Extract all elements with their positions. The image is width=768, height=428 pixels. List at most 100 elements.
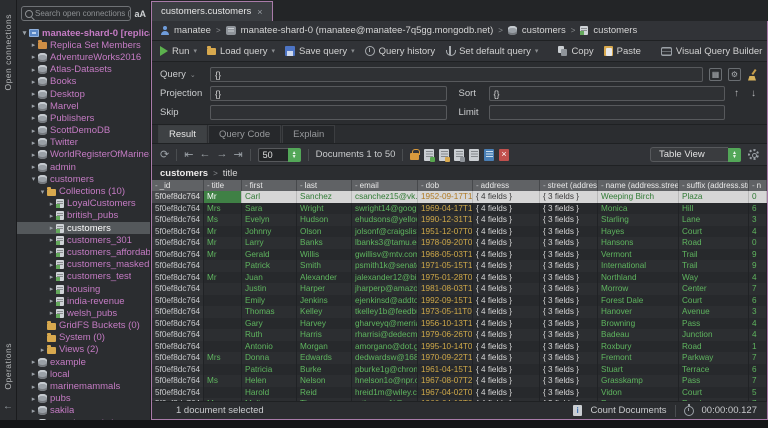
chevron-right-icon[interactable]: ▸ bbox=[29, 139, 38, 147]
chevron-right-icon[interactable]: ▸ bbox=[38, 346, 47, 354]
cell-name-address-street[interactable]: Forest Dale bbox=[598, 294, 679, 306]
tree-item-sakila[interactable]: ▸ sakila bbox=[17, 405, 150, 417]
table-row[interactable]: 5f0ef8dc764 Mr Gerald Willis gwillisv@mtv.co… bbox=[152, 248, 767, 260]
cell-n[interactable]: 9 bbox=[749, 260, 767, 272]
cell-suffix-address-street[interactable]: Parkway bbox=[679, 352, 749, 364]
cell-id[interactable]: 5f0ef8dc764 bbox=[152, 329, 204, 341]
cell-title[interactable]: Ms bbox=[204, 375, 242, 387]
view-document-icon[interactable] bbox=[469, 148, 480, 161]
tree-item-manatee-shard-0-replica-set[interactable]: ▾ manatee-shard-0 [replica set: bbox=[17, 27, 150, 39]
table-row[interactable]: 5f0ef8dc764MrsSaraWrightswright14@google… bbox=[152, 202, 767, 214]
cell-title[interactable] bbox=[204, 386, 242, 398]
cell-last[interactable]: Nelson bbox=[297, 375, 352, 387]
cell-title[interactable]: Mrs bbox=[204, 202, 242, 214]
cell-title[interactable]: Mr bbox=[204, 271, 242, 283]
cell-address[interactable]: { 4 fields } bbox=[473, 191, 540, 203]
cell-street-address-street[interactable]: { 3 fields } bbox=[540, 317, 598, 329]
cell-title[interactable] bbox=[204, 363, 242, 375]
cell-first[interactable]: Gary bbox=[242, 317, 297, 329]
cell-name-address-street[interactable]: Hayes bbox=[598, 225, 679, 237]
cell-suffix-address-street[interactable]: Hill bbox=[679, 202, 749, 214]
match-case-toggle[interactable]: aA bbox=[134, 9, 146, 19]
column-header-address[interactable]: - address bbox=[473, 180, 540, 191]
cell-address[interactable]: { 4 fields } bbox=[473, 214, 540, 226]
cell-n[interactable]: 7 bbox=[749, 352, 767, 364]
cell-dob[interactable]: 1981-08-03T15:1 bbox=[418, 283, 473, 295]
cell-n[interactable]: 7 bbox=[749, 283, 767, 295]
cell-address[interactable]: { 4 fields } bbox=[473, 317, 540, 329]
query-options-icon[interactable]: ⚙ bbox=[728, 68, 741, 81]
cell-name-address-street[interactable]: Monica bbox=[598, 202, 679, 214]
cell-email[interactable]: amorgano@dot.gov bbox=[352, 340, 418, 352]
cell-email[interactable]: ehudsons@yellowbo bbox=[352, 214, 418, 226]
cell-email[interactable]: lbanks3@tamu.edu bbox=[352, 237, 418, 249]
cell-last[interactable]: Harper bbox=[297, 283, 352, 295]
cell-last[interactable]: Wright bbox=[297, 202, 352, 214]
cell-address[interactable]: { 4 fields } bbox=[473, 329, 540, 341]
cell-suffix-address-street[interactable]: Pass bbox=[679, 317, 749, 329]
cell-suffix-address-street[interactable]: Court bbox=[679, 294, 749, 306]
cell-n[interactable]: 4 bbox=[749, 329, 767, 341]
page-size-select[interactable]: 50 ▲ ▼ bbox=[257, 147, 301, 162]
chevron-right-icon[interactable]: ▸ bbox=[29, 358, 38, 366]
column-header-street-address-street[interactable]: -street (address.street bbox=[540, 180, 598, 191]
cell-id[interactable]: 5f0ef8dc764 bbox=[152, 191, 204, 203]
breadcrumb-item[interactable]: manatee bbox=[174, 25, 211, 36]
cell-street-address-street[interactable]: { 3 fields } bbox=[540, 363, 598, 375]
tree-item-worldregisterofmarinespecie[interactable]: ▸ WorldRegisterOfMarineSpecie bbox=[17, 149, 150, 161]
chevron-right-icon[interactable]: ▸ bbox=[29, 395, 38, 403]
cell-first[interactable]: Justin bbox=[242, 283, 297, 295]
chevron-right-icon[interactable]: ▸ bbox=[47, 200, 56, 208]
tree-item-atlas-datasets[interactable]: ▸ Atlas-Datasets bbox=[17, 64, 150, 76]
table-row[interactable]: 5f0ef8dc764MrLarryBankslbanks3@tamu.edu1… bbox=[152, 237, 767, 249]
cell-n[interactable]: 4 bbox=[749, 225, 767, 237]
cell-name-address-street[interactable]: Hanover bbox=[598, 306, 679, 318]
chevron-right-icon[interactable]: ▸ bbox=[29, 151, 38, 159]
cell-dob[interactable]: 1968-05-03T12:5 bbox=[418, 248, 473, 260]
cell-email[interactable]: pburke1g@chronoe bbox=[352, 363, 418, 375]
cell-email[interactable]: jolsonf@craigslist.or bbox=[352, 225, 418, 237]
cell-title[interactable]: Mr bbox=[204, 237, 242, 249]
cell-street-address-street[interactable]: { 3 fields } bbox=[540, 294, 598, 306]
cell-last[interactable]: Harris bbox=[297, 329, 352, 341]
cell-dob[interactable]: 1978-09-20T05:26 bbox=[418, 237, 473, 249]
limit-input[interactable] bbox=[488, 105, 725, 120]
tree-item-desktop[interactable]: ▸ Desktop bbox=[17, 88, 150, 100]
cell-name-address-street[interactable]: Fremont bbox=[598, 352, 679, 364]
cell-title[interactable]: Mr bbox=[204, 248, 242, 260]
cell-street-address-street[interactable]: { 3 fields } bbox=[540, 340, 598, 352]
cell-name-address-street[interactable]: Vidon bbox=[598, 386, 679, 398]
tree-item-books[interactable]: ▸ Books bbox=[17, 76, 150, 88]
cell-email[interactable]: hnelson1o@npr.org bbox=[352, 375, 418, 387]
table-row[interactable]: 5f0ef8dc764 AntonioMorganamorgano@dot.gov… bbox=[152, 340, 767, 352]
copy-button[interactable]: Copy bbox=[558, 46, 594, 57]
cell-street-address-street[interactable]: { 3 fields } bbox=[540, 352, 598, 364]
tree-item-customers[interactable]: ▾ customers bbox=[17, 173, 150, 185]
cell-n[interactable]: 7 bbox=[749, 375, 767, 387]
table-row[interactable]: 5f0ef8dc764 HaroldReidhreid1m@wiley.com19… bbox=[152, 386, 767, 398]
cell-address[interactable]: { 4 fields } bbox=[473, 202, 540, 214]
sort-input[interactable]: {} bbox=[488, 86, 725, 101]
paste-button[interactable]: Paste bbox=[603, 46, 641, 57]
collapse-arrow-icon[interactable]: ← bbox=[3, 401, 13, 412]
cell-first[interactable]: Antonio bbox=[242, 340, 297, 352]
open-connections-rail-tab[interactable]: Open connections bbox=[3, 14, 13, 91]
cell-dob[interactable]: 1973-05-11T02:0 bbox=[418, 306, 473, 318]
cell-n[interactable]: 4 bbox=[749, 271, 767, 283]
search-input[interactable]: Search open connections (⌘ bbox=[21, 6, 132, 21]
tab-close-icon[interactable]: × bbox=[257, 7, 262, 17]
cell-title[interactable]: Mr bbox=[204, 225, 242, 237]
table-row[interactable]: 5f0ef8dc764 ThomasKelleytkelley1b@feedbur… bbox=[152, 306, 767, 318]
cell-suffix-address-street[interactable]: Junction bbox=[679, 329, 749, 341]
cell-last[interactable]: Kelley bbox=[297, 306, 352, 318]
cell-suffix-address-street[interactable]: Pass bbox=[679, 375, 749, 387]
cell-last[interactable]: Edwards bbox=[297, 352, 352, 364]
table-row[interactable]: 5f0ef8dc764 Mr Juan Alexander jalexander12@b… bbox=[152, 271, 767, 283]
cell-suffix-address-street[interactable]: Trail bbox=[679, 260, 749, 272]
cell-dob[interactable]: 1967-04-02T02:3 bbox=[418, 386, 473, 398]
cell-title[interactable] bbox=[204, 294, 242, 306]
cell-street-address-street[interactable]: { 3 fields } bbox=[540, 386, 598, 398]
tree-item-twitter[interactable]: ▸ Twitter bbox=[17, 137, 150, 149]
cell-last[interactable]: Harvey bbox=[297, 317, 352, 329]
cell-last[interactable]: Banks bbox=[297, 237, 352, 249]
